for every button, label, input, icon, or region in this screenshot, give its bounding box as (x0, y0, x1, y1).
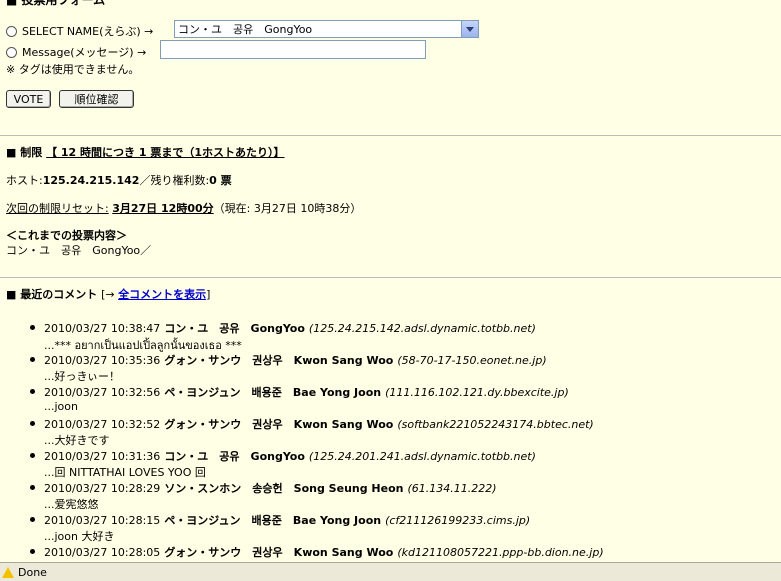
message-radio[interactable] (6, 46, 17, 58)
comment-time: 2010/03/27 10:28:05 (44, 546, 161, 559)
comment-time: 2010/03/27 10:31:36 (44, 450, 161, 463)
comments-heading: ■ 最近のコメント [→ 全コメントを表示] (6, 286, 210, 302)
link-suffix: ] (206, 288, 211, 301)
select-name-row: SELECT NAME(えらぶ) → (6, 23, 153, 39)
form-title: ■ 投票用フォーム (6, 0, 106, 7)
comment-text: ...爱宪悠悠 (44, 498, 99, 511)
name-dropdown-value: コン・ユ 공유 GongYoo (178, 23, 313, 36)
history-heading: ＜これまでの投票内容＞ (6, 229, 127, 242)
limit-heading: ■ 制限 【 12 時間につき 1 票まで（1ホストあたり）】 (6, 144, 285, 160)
select-name-label: SELECT NAME(えらぶ) → (22, 25, 154, 38)
comment-time: 2010/03/27 10:28:15 (44, 514, 161, 527)
link-prefix: [→ (101, 288, 119, 301)
comment-host: (61.134.11.222) (407, 482, 497, 495)
bullet-icon (30, 485, 35, 490)
bullet-icon (30, 421, 35, 426)
comment-name: グォン・サンウ 권상우 Kwon Sang Woo (164, 354, 394, 367)
bullet-icon (30, 549, 35, 554)
name-dropdown[interactable]: コン・ユ 공유 GongYoo (174, 20, 479, 38)
comment-text: ...joon (44, 400, 78, 413)
comment-name: グォン・サンウ 권상우 Kwon Sang Woo (164, 418, 394, 431)
warning-icon (2, 566, 14, 578)
comment-name: グォン・サンウ 권상우 Kwon Sang Woo (164, 546, 394, 559)
remaining-label: ／残り権利数: (139, 174, 210, 187)
reset-label: 次回の制限リセット: (6, 202, 109, 215)
chevron-down-icon[interactable] (461, 21, 478, 37)
rank-button[interactable]: 順位確認 (59, 90, 134, 108)
reset-info: 次回の制限リセット: 3月27日 12時00分（現在: 3月27日 10時38分… (6, 200, 361, 216)
reset-value: 3月27日 12時00分 (112, 202, 214, 215)
comment-host: (58-70-17-150.eonet.ne.jp) (397, 354, 547, 367)
now-text: （現在: 3月27日 10時38分） (213, 202, 362, 215)
bullet-icon (30, 453, 35, 458)
remaining-value: 0 票 (209, 174, 232, 187)
comment-name: ソン・スンホン 송승헌 Song Seung Heon (164, 482, 404, 495)
divider (0, 135, 781, 136)
limit-rule: 【 12 時間につき 1 票まで（1ホストあたり）】 (46, 146, 285, 159)
comments-title: ■ 最近のコメント (6, 288, 98, 301)
comment-time: 2010/03/27 10:32:56 (44, 386, 161, 399)
message-input[interactable] (160, 40, 426, 59)
select-name-radio[interactable] (6, 25, 17, 37)
all-comments-link[interactable]: 全コメントを表示 (118, 288, 206, 301)
host-label: ホスト: (6, 174, 43, 187)
message-row: Message(メッセージ) → (6, 44, 146, 60)
comment-host: (softbank221052243174.bbtec.net) (397, 418, 594, 431)
comment-name: コン・ユ 공유 GongYoo (164, 450, 305, 463)
comment-host: (125.24.201.241.adsl.dynamic.totbb.net) (308, 450, 536, 463)
comment-time: 2010/03/27 10:28:29 (44, 482, 161, 495)
status-bar: Done (0, 562, 781, 581)
comment-text: ...回 NITTATHAI LOVES YOO 回 (44, 466, 206, 479)
status-text: Done (18, 565, 47, 579)
comment-text: ...joon 大好き (44, 530, 115, 543)
host-info: ホスト:125.24.215.142／残り権利数:0 票 (6, 172, 232, 188)
bullet-icon (30, 325, 35, 330)
history-value: コン・ユ 공유 GongYoo／ (6, 244, 152, 257)
bullet-icon (30, 389, 35, 394)
comment-name: コン・ユ 공유 GongYoo (164, 322, 305, 335)
message-label: Message(メッセージ) → (22, 46, 147, 59)
comment-name: ペ・ヨンジュン 배용준 Bae Yong Joon (164, 386, 382, 399)
vote-button[interactable]: VOTE (6, 90, 51, 108)
limit-heading-prefix: ■ 制限 (6, 146, 43, 159)
comment-host: (125.24.215.142.adsl.dynamic.totbb.net) (308, 322, 536, 335)
host-value: 125.24.215.142 (42, 174, 140, 187)
comment-text: ...好っきぃー！ (44, 370, 121, 383)
page-content: ■ 投票用フォーム SELECT NAME(えらぶ) → コン・ユ 공유 Gon… (0, 0, 781, 562)
bullet-icon (30, 357, 35, 362)
comment-time: 2010/03/27 10:35:36 (44, 354, 161, 367)
comment-time: 2010/03/27 10:32:52 (44, 418, 161, 431)
comment-host: (kd121108057221.ppp-bb.dion.ne.jp) (397, 546, 604, 559)
comment-host: (111.116.102.121.dy.bbexcite.jp) (385, 386, 569, 399)
comment-time: 2010/03/27 10:38:47 (44, 322, 161, 335)
comment-name: ペ・ヨンジュン 배용준 Bae Yong Joon (164, 514, 382, 527)
tag-note: ※ タグは使用できません。 (6, 63, 140, 76)
bullet-icon (30, 517, 35, 522)
comment-host: (cf211126199233.cims.jp) (385, 514, 531, 527)
divider (0, 277, 781, 278)
comment-text: ...大好きです (44, 434, 110, 447)
